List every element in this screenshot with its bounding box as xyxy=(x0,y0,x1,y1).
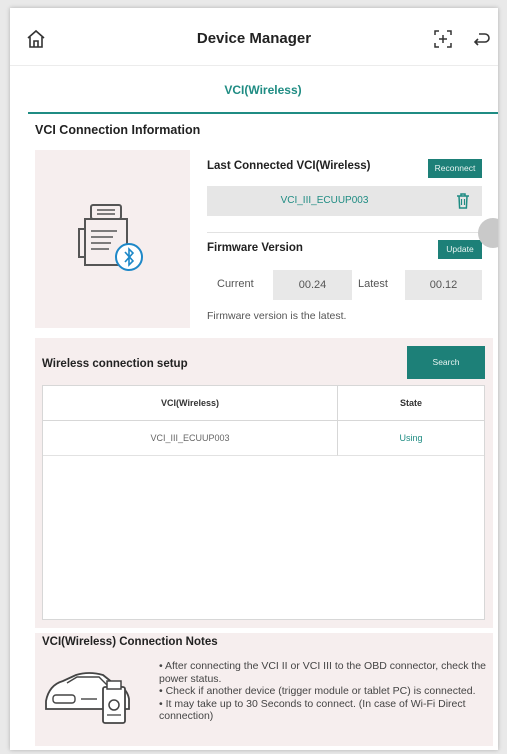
note-item: • Check if another device (trigger modul… xyxy=(159,685,476,697)
vci-name-field: VCI_III_ECUUP003 xyxy=(207,186,482,216)
firmware-status-note: Firmware version is the latest. xyxy=(207,310,347,322)
connection-info-panel: Last Connected VCI(Wireless) Reconnect V… xyxy=(35,150,485,328)
page-title: Device Manager xyxy=(196,30,312,47)
header-bar: Device Manager xyxy=(10,8,498,66)
connection-notes-panel: VCI(Wireless) Connection Notes • After c… xyxy=(35,633,493,746)
vci-name: VCI_III_ECUUP003 xyxy=(280,195,369,206)
column-header-vci: VCI(Wireless) xyxy=(43,386,338,421)
wireless-setup-panel: Wireless connection setup Search VCI(Wir… xyxy=(35,338,493,628)
latest-version: 00.12 xyxy=(405,270,482,300)
tab-bar: VCI(Wireless) xyxy=(28,66,498,114)
vci-table: VCI(Wireless) State VCI_III_ECUUP003 Usi… xyxy=(42,385,485,620)
car-obd-icon xyxy=(41,663,141,733)
row-state: Using xyxy=(338,421,484,456)
update-button[interactable]: Update xyxy=(438,240,482,259)
screen-capture-icon[interactable] xyxy=(432,28,454,50)
notes-title: VCI(Wireless) Connection Notes xyxy=(42,636,218,648)
vci-device-icon xyxy=(35,150,190,328)
delete-icon[interactable] xyxy=(456,193,470,214)
last-connected-label: Last Connected VCI(Wireless) xyxy=(207,160,371,172)
back-icon[interactable] xyxy=(470,28,492,50)
device-manager-page: Device Manager VCI(Wireless) VCI Connect… xyxy=(10,8,498,750)
column-header-state: State xyxy=(338,386,484,421)
search-button[interactable]: Search xyxy=(407,346,485,379)
wireless-setup-title: Wireless connection setup xyxy=(42,358,188,370)
vci-details: Last Connected VCI(Wireless) Reconnect V… xyxy=(190,150,485,328)
current-label: Current xyxy=(217,278,254,290)
tab-vci-wireless[interactable]: VCI(Wireless) xyxy=(28,83,498,97)
notes-list: • After connecting the VCI II or VCI III… xyxy=(159,660,489,723)
connection-info-title: VCI Connection Information xyxy=(35,123,201,137)
home-icon[interactable] xyxy=(25,28,47,50)
current-version: 00.24 xyxy=(273,270,352,300)
firmware-version-label: Firmware Version xyxy=(207,242,303,254)
note-item: • It may take up to 30 Seconds to connec… xyxy=(159,697,466,723)
reconnect-button[interactable]: Reconnect xyxy=(428,159,482,178)
latest-label: Latest xyxy=(358,278,388,290)
note-item: • After connecting the VCI II or VCI III… xyxy=(159,660,487,685)
divider xyxy=(207,232,485,233)
row-vci-name: VCI_III_ECUUP003 xyxy=(43,421,338,456)
